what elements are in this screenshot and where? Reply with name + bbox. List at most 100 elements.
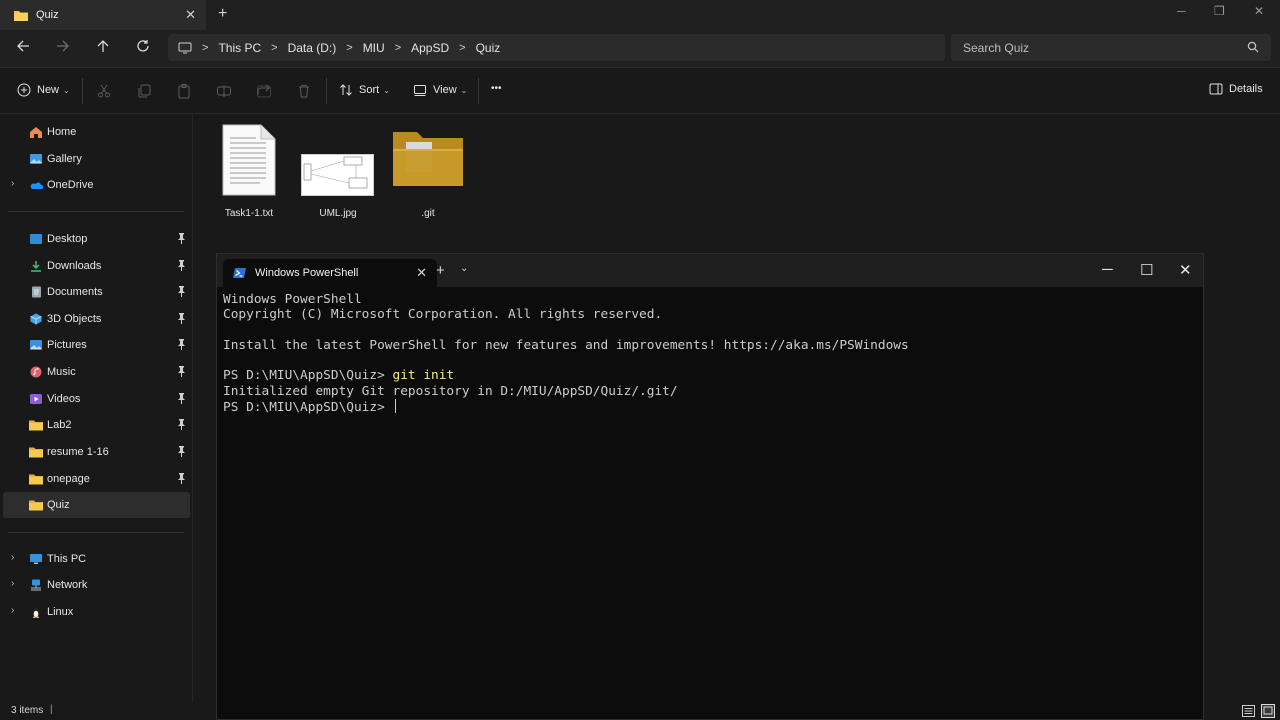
more-options-button[interactable]: •••	[491, 83, 502, 94]
delete-icon[interactable]	[296, 83, 312, 99]
details-button[interactable]: Details	[1209, 83, 1263, 95]
close-tab-icon[interactable]: ✕	[185, 7, 196, 23]
terminal-window[interactable]: Windows PowerShell ✕ + ⌄ ─ ☐ ✕ Windows P…	[216, 253, 1204, 720]
plus-circle-icon	[17, 83, 31, 97]
breadcrumb-appsd[interactable]: AppSD	[411, 41, 449, 55]
maximize-icon[interactable]: ☐	[1140, 261, 1153, 279]
breadcrumb-this-pc[interactable]: This PC	[218, 41, 261, 55]
back-arrow-icon[interactable]	[14, 39, 32, 57]
share-icon[interactable]	[256, 83, 272, 99]
close-window-icon[interactable]: ✕	[1254, 4, 1264, 18]
file-item-uml[interactable]: UML.jpg	[298, 124, 378, 220]
chevron-right-icon[interactable]: ›	[11, 552, 14, 563]
terminal-title-bar: Windows PowerShell ✕ + ⌄ ─ ☐ ✕	[217, 254, 1203, 287]
downloads-icon	[31, 261, 41, 272]
sidebar-item-home[interactable]: Home	[3, 119, 190, 145]
terminal-output[interactable]: Windows PowerShell Copyright (C) Microsof…	[223, 292, 1197, 415]
sidebar-item-label: Linux	[47, 606, 74, 618]
terminal-line: PS D:\MIU\AppSD\Quiz>	[223, 399, 1197, 415]
chevron-right-icon[interactable]: ›	[11, 605, 14, 616]
sidebar-item-videos[interactable]: Videos	[3, 386, 190, 412]
minimize-icon[interactable]: ─	[1177, 4, 1186, 18]
close-tab-icon[interactable]: ✕	[416, 265, 427, 281]
search-icon	[1247, 41, 1259, 53]
sidebar-item-quiz[interactable]: Quiz	[3, 492, 190, 518]
folder-icon	[393, 132, 463, 186]
chevron-down-icon[interactable]: ⌄	[460, 263, 468, 274]
sidebar-item-this-pc[interactable]: › This PC	[3, 546, 190, 572]
new-button-label: New	[37, 84, 60, 96]
sort-button[interactable]: Sort ⌄	[339, 83, 390, 97]
breadcrumb-data-drive[interactable]: Data (D:)	[288, 41, 337, 55]
sidebar-item-downloads[interactable]: Downloads	[3, 253, 190, 279]
chevron-right-icon[interactable]: ›	[11, 578, 14, 589]
minimize-icon[interactable]: ─	[1102, 261, 1113, 278]
sidebar-item-3d-objects[interactable]: 3D Objects	[3, 306, 190, 332]
folder-item-git[interactable]: .git	[388, 124, 468, 220]
sidebar-item-onedrive[interactable]: › OneDrive	[3, 172, 190, 198]
terminal-line: Copyright (C) Microsoft Corporation. All…	[223, 307, 663, 323]
pin-icon	[178, 446, 185, 457]
file-name: .git	[421, 208, 435, 219]
sidebar-item-desktop[interactable]: Desktop	[3, 226, 190, 252]
file-item-task1[interactable]: Task1-1.txt	[209, 124, 289, 220]
sidebar-item-documents[interactable]: Documents	[3, 279, 190, 305]
sidebar-item-label: 3D Objects	[47, 313, 102, 325]
sidebar-item-label: Network	[47, 579, 88, 591]
sort-icon	[340, 84, 352, 96]
new-terminal-tab-button[interactable]: +	[436, 262, 445, 279]
rename-icon[interactable]	[216, 83, 232, 99]
cut-icon[interactable]	[96, 83, 112, 99]
sidebar-divider	[8, 532, 184, 533]
desktop-icon	[30, 234, 42, 244]
view-button[interactable]: View ⌄	[413, 83, 467, 97]
sidebar-item-network[interactable]: › Network	[3, 572, 190, 598]
folder-icon	[14, 10, 28, 21]
address-bar[interactable]: > This PC > Data (D:) > MIU > AppSD > Qu…	[168, 34, 945, 61]
sidebar-item-music[interactable]: Music	[3, 359, 190, 385]
videos-icon	[30, 394, 42, 404]
chevron-down-icon: ⌄	[63, 85, 70, 95]
copy-icon[interactable]	[136, 83, 152, 99]
sidebar-item-gallery[interactable]: Gallery	[3, 146, 190, 172]
terminal-tab[interactable]: Windows PowerShell ✕	[223, 259, 437, 287]
sidebar-item-linux[interactable]: › Linux	[3, 599, 190, 625]
refresh-icon[interactable]	[134, 39, 152, 57]
paste-icon[interactable]	[176, 83, 192, 99]
chevron-right-icon[interactable]: ›	[11, 178, 14, 189]
explorer-tab[interactable]: Quiz ✕	[0, 0, 206, 30]
breadcrumb-quiz[interactable]: Quiz	[476, 41, 501, 55]
sidebar-item-lab2[interactable]: Lab2	[3, 412, 190, 438]
sidebar-item-resume[interactable]: resume 1-16	[3, 439, 190, 465]
new-button[interactable]: New ⌄	[17, 83, 70, 97]
file-name: UML.jpg	[319, 208, 357, 219]
folder-icon	[29, 447, 43, 458]
text-cursor	[394, 399, 396, 414]
pin-icon	[178, 286, 185, 297]
large-icons-view-icon[interactable]	[1261, 704, 1275, 718]
file-name: Task1-1.txt	[224, 208, 274, 219]
item-count: 3 items	[11, 705, 44, 716]
folder-icon	[29, 500, 43, 511]
up-arrow-icon[interactable]	[94, 39, 112, 57]
search-input[interactable]: Search Quiz	[951, 34, 1271, 61]
details-pane-icon	[1209, 83, 1223, 95]
chevron-down-icon: ⌄	[383, 85, 390, 95]
close-window-icon[interactable]: ✕	[1179, 261, 1192, 279]
restore-icon[interactable]: ❐	[1214, 4, 1225, 18]
breadcrumb-miu[interactable]: MIU	[363, 41, 385, 55]
sidebar-item-pictures[interactable]: Pictures	[3, 332, 190, 358]
new-tab-button[interactable]: +	[218, 5, 227, 23]
details-view-icon[interactable]	[1242, 705, 1255, 717]
view-icon	[414, 85, 426, 96]
pin-icon	[178, 419, 185, 430]
sidebar-item-onepage[interactable]: onepage	[3, 466, 190, 492]
image-thumbnail	[301, 154, 374, 196]
forward-arrow-icon[interactable]	[54, 39, 72, 57]
sidebar-item-label: onepage	[47, 473, 90, 485]
command-text: git init	[392, 368, 455, 384]
toolbar-divider	[326, 78, 327, 104]
sidebar-item-label: Videos	[47, 393, 81, 405]
gallery-icon	[30, 154, 42, 164]
